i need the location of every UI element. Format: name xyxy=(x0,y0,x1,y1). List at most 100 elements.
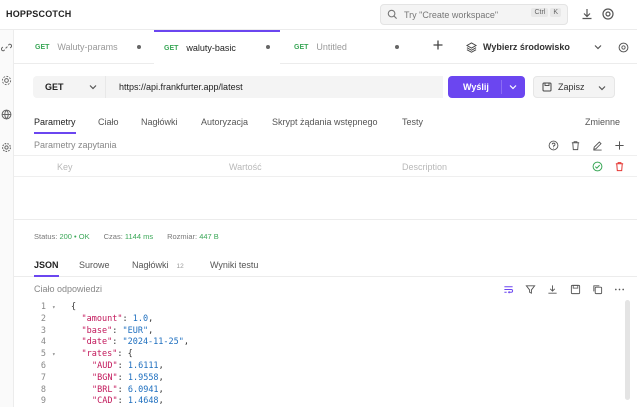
tab-unsaved-dot[interactable] xyxy=(137,45,141,49)
json-key: "CAD" xyxy=(92,396,118,407)
tab-wyniki-testu[interactable]: Wyniki testu xyxy=(210,260,258,270)
tab-json[interactable]: JSON xyxy=(34,260,59,277)
tab-testy[interactable]: Testy xyxy=(402,117,423,127)
tab-unsaved-dot[interactable] xyxy=(395,45,399,49)
json-value: 6.0941 xyxy=(127,384,159,395)
copy-icon[interactable] xyxy=(592,284,603,295)
line-number: 7 xyxy=(40,372,46,383)
json-value: "2024-11-25" xyxy=(122,337,184,348)
json-value: 1.4648 xyxy=(127,396,159,407)
search-box[interactable]: Try "Create workspace" Ctrl K xyxy=(380,4,568,25)
tab-untitled[interactable]: GET Untitled xyxy=(294,30,420,64)
method-select[interactable]: GET xyxy=(33,76,105,98)
tab-waluty-basic[interactable]: GET waluty-basic xyxy=(154,30,280,64)
filter-icon[interactable] xyxy=(525,284,536,295)
url-input[interactable]: https://api.frankfurter.app/latest xyxy=(105,76,443,98)
url-value: https://api.frankfurter.app/latest xyxy=(119,82,243,92)
chevron-down-icon xyxy=(598,86,606,91)
tab-response-naglowki[interactable]: Nagłówki 12 xyxy=(132,260,184,270)
code-line: 1 ▾ { xyxy=(14,302,614,314)
headers-count-badge: 12 xyxy=(176,263,184,270)
code-content: "amount": 1.0, xyxy=(81,313,154,324)
fold-toggle-icon[interactable]: ▾ xyxy=(52,304,56,311)
environment-label: Wybierz środowisko xyxy=(483,42,570,52)
save-button[interactable]: Zapisz xyxy=(533,76,615,98)
json-key: "AUD" xyxy=(92,361,118,371)
help-icon[interactable] xyxy=(601,7,615,21)
method-value: GET xyxy=(45,82,64,92)
tab-autoryzacja[interactable]: Autoryzacja xyxy=(201,117,248,127)
status-value: 200 • OK xyxy=(59,232,90,241)
plus-icon[interactable] xyxy=(614,140,625,151)
link-icon[interactable] xyxy=(1,42,12,53)
settings-icon[interactable] xyxy=(1,75,12,86)
search-icon xyxy=(387,9,398,20)
download-icon[interactable] xyxy=(547,284,558,295)
response-tabs: JSON Surowe Nagłówki 12 Wyniki testu xyxy=(14,255,637,277)
code-line: 3 "base": "EUR", xyxy=(14,326,614,338)
kbd-ctrl: Ctrl xyxy=(531,8,549,17)
line-number: 2 xyxy=(40,313,46,324)
tab-waluty-params[interactable]: GET Waluty-params xyxy=(35,30,161,64)
wrap-icon[interactable] xyxy=(503,284,514,295)
trash-icon[interactable] xyxy=(614,161,625,172)
tab-zmienne[interactable]: Zmienne xyxy=(585,117,620,127)
json-key: "BGN" xyxy=(92,372,118,383)
tab-surowe[interactable]: Surowe xyxy=(79,260,110,270)
left-rail xyxy=(0,30,14,407)
request-subtabs: Parametry Ciało Nagłówki Autoryzacja Skr… xyxy=(14,110,637,134)
line-number: 9 xyxy=(40,396,46,407)
tab-cialo[interactable]: Ciało xyxy=(98,117,119,127)
code-content: "BGN": 1.9558, xyxy=(92,372,164,383)
tab-parametry[interactable]: Parametry xyxy=(34,117,76,134)
tab-label: JSON xyxy=(34,260,59,270)
json-value: 1.6111 xyxy=(127,361,159,371)
environment-selector[interactable]: Wybierz środowisko xyxy=(466,30,629,64)
globe-icon[interactable] xyxy=(1,109,12,120)
json-value: 1.0 xyxy=(132,313,149,324)
code-content: "base": "EUR", xyxy=(81,325,154,336)
json-value: 1.9558 xyxy=(127,372,159,383)
tab-naglowki[interactable]: Nagłówki xyxy=(141,117,178,127)
send-button[interactable]: Wyślij xyxy=(448,76,525,98)
json-key: "base" xyxy=(81,325,113,336)
tab-label: Waluty-params xyxy=(57,42,118,52)
json-value: "EUR" xyxy=(122,325,149,336)
more-icon[interactable] xyxy=(614,284,625,295)
tab-skrypt[interactable]: Skrypt żądania wstępnego xyxy=(272,117,378,127)
line-number: 6 xyxy=(40,361,46,371)
code-line: 5 ▾ "rates": { xyxy=(14,349,614,361)
chevron-down-icon[interactable] xyxy=(509,83,517,91)
download-icon[interactable] xyxy=(580,7,594,21)
tab-unsaved-dot[interactable] xyxy=(266,45,270,49)
chevron-down-icon xyxy=(89,85,97,90)
send-separator xyxy=(501,80,502,94)
trash-icon[interactable] xyxy=(570,140,581,151)
json-viewer[interactable]: 1 ▾ {2 "amount": 1.0, 3 "base": "EUR", 4 "date"… xyxy=(14,300,637,407)
key-input[interactable]: Key xyxy=(57,162,73,172)
help-circle-icon[interactable] xyxy=(618,42,629,53)
status-label: Status: xyxy=(34,232,58,241)
scrollbar[interactable] xyxy=(625,300,630,400)
json-value: { xyxy=(127,349,133,360)
time-label: Czas: xyxy=(103,232,123,241)
tab-method: GET xyxy=(164,44,179,52)
edit-icon[interactable] xyxy=(592,140,603,151)
help-circle-icon[interactable] xyxy=(548,140,559,151)
tab-method: GET xyxy=(35,43,50,51)
fold-toggle-icon[interactable]: ▾ xyxy=(52,351,56,358)
divider xyxy=(14,219,637,220)
tab-label: Wyniki testu xyxy=(210,260,259,270)
json-key: "BRL" xyxy=(92,384,118,395)
save-icon[interactable] xyxy=(570,284,581,295)
app-logo[interactable]: HOPPSCOTCH xyxy=(6,9,72,19)
check-icon[interactable] xyxy=(592,161,603,172)
description-input[interactable]: Description xyxy=(402,162,447,172)
new-tab-plus-icon[interactable] xyxy=(431,38,445,52)
tab-label: Nagłówki xyxy=(132,260,169,270)
size-value: 447 B xyxy=(199,232,219,241)
settings-gear-icon[interactable] xyxy=(1,142,12,153)
value-input[interactable]: Wartość xyxy=(229,162,262,172)
param-row: Key Wartość Description xyxy=(14,155,637,177)
code-line: 7 "BGN": 1.9558, xyxy=(14,373,614,385)
